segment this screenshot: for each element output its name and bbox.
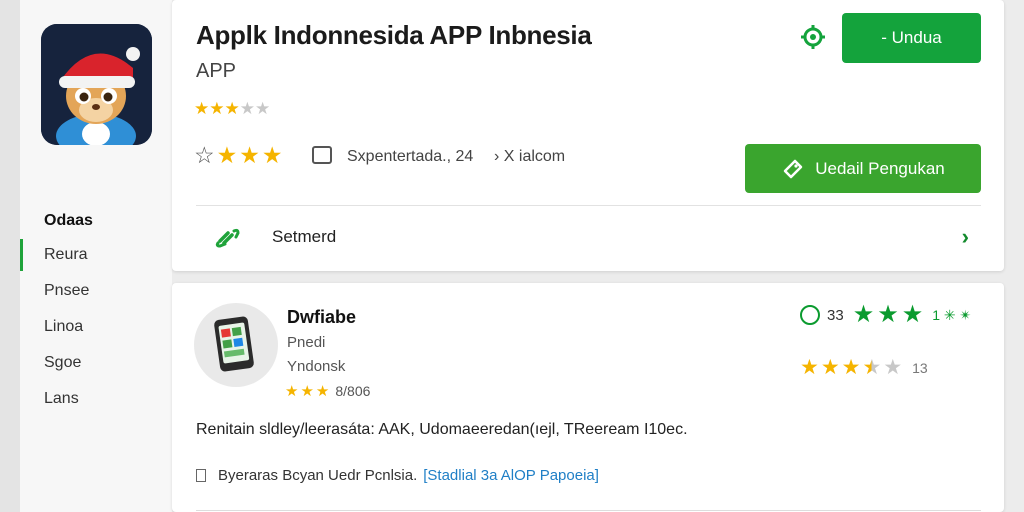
sidebar-title: Odaas [44,212,93,229]
divider [196,205,981,206]
star-icon: ★ [800,356,819,379]
developer-description: Renitain sldley/leerasáta: AAK, Udomaeer… [196,421,688,438]
app-header-card: Applk Indonnesida APP Inbnesia APP ★ ★ ★… [172,0,1004,271]
app-icon [41,24,152,145]
security-row[interactable]: Setmerd › [196,214,981,260]
app-rating-stars: ★ ★ ★ ★ ★ [194,100,270,117]
footer-text: Byeraras Bcyan Uedr Pcnlsia. [218,467,418,484]
detail-button-label: Uedail Pengukan [815,158,945,178]
star-half-icon: ★ [862,356,882,379]
rating-box-icon [312,146,332,164]
detail-button[interactable]: Uedail Pengukan [745,144,981,193]
meta-downloads: › X ialcom [494,148,566,165]
tag-icon [784,159,803,178]
star-icon: ★ [300,382,314,400]
window-edge [0,0,20,512]
developer-location: Yndonsk [287,358,346,375]
star-icon: ★ [216,142,238,168]
divider [196,510,981,511]
star-icon: ★ [209,99,225,118]
sidebar-item-reura[interactable]: Reura [20,237,172,273]
green-rating-tail: 1 ✳ ✴ [932,306,972,323]
app-subtitle: APP [196,60,237,82]
link-icon [215,228,240,248]
star-icon: ★ [877,301,899,328]
download-button-label: - Undua [881,28,942,47]
star-icon: ★ [285,382,299,400]
star-icon: ★ [261,142,283,168]
developer-rating-text: 8/806 [335,383,371,399]
meta-date: Sxpentertada., 24 [347,148,474,165]
star-icon: ★ [841,356,861,379]
green-rating-count: 33 [827,306,844,324]
star-icon: ★ [239,142,260,168]
green-rating: 33 ★ ★ ★ 1 ✳ ✴ [800,303,971,327]
star-icon: ★ [852,301,875,328]
developer-footer: Byeraras Bcyan Uedr Pcnlsia. [Stadlial 3… [196,467,599,484]
yellow-rating-count: 13 [912,359,928,376]
circle-icon [800,305,820,325]
footer-link[interactable]: [Stadlial 3a AlOP Papoeia] [423,467,599,484]
star-icon: ★ [194,99,210,118]
star-icon: ★ [901,301,924,328]
sidebar-item-linoa[interactable]: Linoa [20,309,172,345]
chevron-right-icon: › [961,224,969,249]
app-title: Applk Indonnesida APP Inbnesia [196,20,592,50]
star-icon: ★ [315,382,330,400]
gear-icon[interactable] [800,24,826,50]
sidebar-nav: Odaas Reura Pnsee Linoa Sgoe Lans [20,205,172,417]
yellow-rating: ★ ★ ★ ★ ★ 13 [800,357,928,378]
star-icon: ★ [883,356,903,379]
star-icon: ★ [224,99,240,118]
phone-icon [214,316,254,372]
sidebar-item-sgoe[interactable]: Sgoe [20,345,172,381]
developer-name: Dwfiabe [287,307,357,327]
download-button[interactable]: - Undua [842,13,981,63]
developer-subline: Pnedi [287,334,326,351]
document-icon [196,469,206,482]
app-mascot-icon [41,24,152,145]
security-row-label: Setmerd [272,227,337,246]
developer-thumbnail [194,303,278,387]
developer-card: Dwfiabe Pnedi Yndonsk ★ ★ ★ 8/806 33 ★ ★… [172,283,1004,512]
star-icon: ★ [239,99,255,118]
sidebar-item-pnsee[interactable]: Pnsee [20,273,172,309]
sidebar-item-lans[interactable]: Lans [20,381,172,417]
star-icon: ★ [820,356,840,379]
developer-rating: ★ ★ ★ 8/806 [285,383,370,399]
sidebar: Odaas Reura Pnsee Linoa Sgoe Lans [20,0,172,512]
star-outline-icon: ☆ [194,142,215,168]
star-icon: ★ [255,99,271,118]
meta-rating-stars: ☆ ★ ★ ★ [194,144,283,167]
